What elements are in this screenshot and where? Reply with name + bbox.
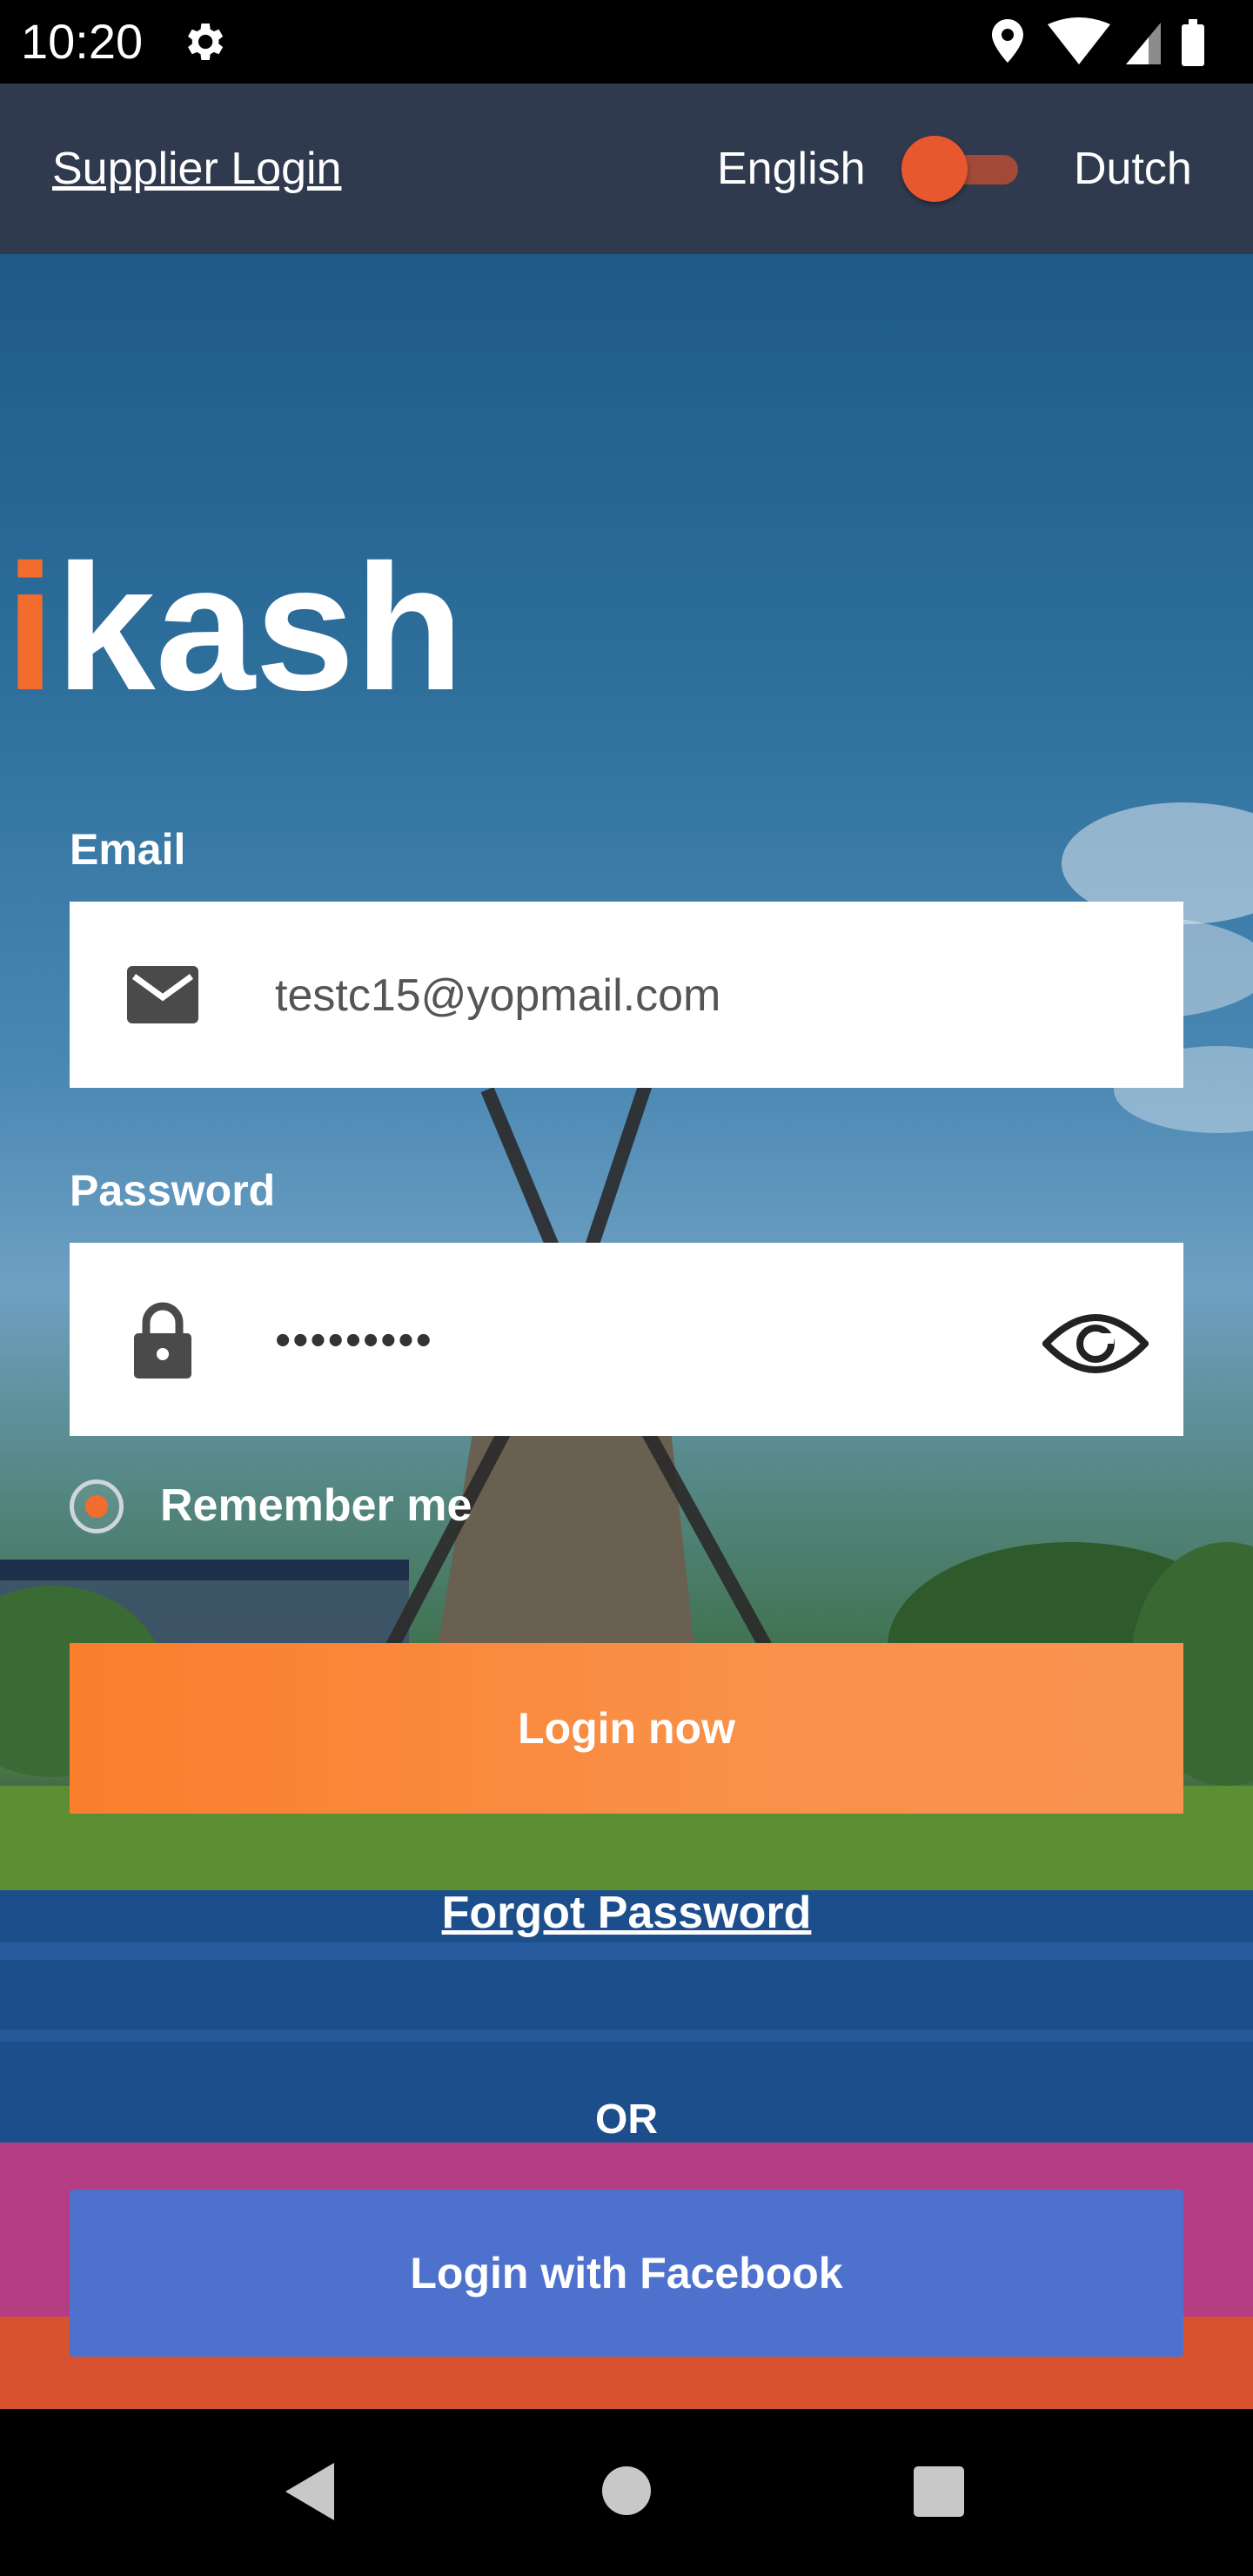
or-divider: OR xyxy=(595,2096,658,2143)
settings-gear-icon xyxy=(188,23,224,60)
email-input[interactable]: testc15@yopmail.com xyxy=(275,968,720,1023)
show-password-eye-icon[interactable] xyxy=(1042,1311,1149,1377)
remember-me-radio[interactable] xyxy=(70,1479,124,1533)
wifi-icon xyxy=(1048,17,1110,64)
status-icons xyxy=(982,16,1234,68)
envelope-icon xyxy=(127,966,198,1023)
cellular-icon xyxy=(1126,23,1161,64)
remember-me-label: Remember me xyxy=(160,1480,472,1531)
system-nav-bar xyxy=(0,2409,1253,2576)
lock-icon xyxy=(134,1302,191,1379)
password-input[interactable]: ••••••••• xyxy=(275,1312,433,1368)
back-nav-icon[interactable] xyxy=(284,2461,336,2522)
login-now-button[interactable]: Login now xyxy=(70,1643,1183,1814)
logo-accent-letter: i xyxy=(5,550,55,707)
language-dutch-label: Dutch xyxy=(1074,144,1192,194)
toggle-thumb xyxy=(901,136,968,202)
status-bar: 10:20 xyxy=(0,0,1253,84)
supplier-login-link[interactable]: Supplier Login xyxy=(52,141,341,197)
forgot-password-link[interactable]: Forgot Password xyxy=(0,1887,1253,1939)
email-field[interactable]: testc15@yopmail.com xyxy=(70,902,1183,1088)
status-time: 10:20 xyxy=(21,14,144,69)
top-bar: Supplier Login English Dutch xyxy=(0,84,1253,254)
email-label: Email xyxy=(70,825,186,874)
password-label: Password xyxy=(70,1166,276,1215)
battery-icon xyxy=(1182,19,1204,66)
language-english-label: English xyxy=(717,144,866,194)
radio-selected-dot xyxy=(85,1495,108,1518)
recents-nav-icon[interactable] xyxy=(912,2465,966,2519)
background-scene: i kash Email testc15@yopmail.com Passwor… xyxy=(0,254,1253,2409)
logo-wordmark: kash xyxy=(56,550,452,707)
logo-mark: i kash xyxy=(5,550,452,707)
facebook-login-button[interactable]: Login with Facebook xyxy=(70,2190,1183,2357)
password-field[interactable]: ••••••••• xyxy=(70,1243,1183,1436)
language-toggle[interactable] xyxy=(901,136,1018,202)
home-nav-icon[interactable] xyxy=(600,2465,653,2517)
location-icon xyxy=(992,19,1023,63)
